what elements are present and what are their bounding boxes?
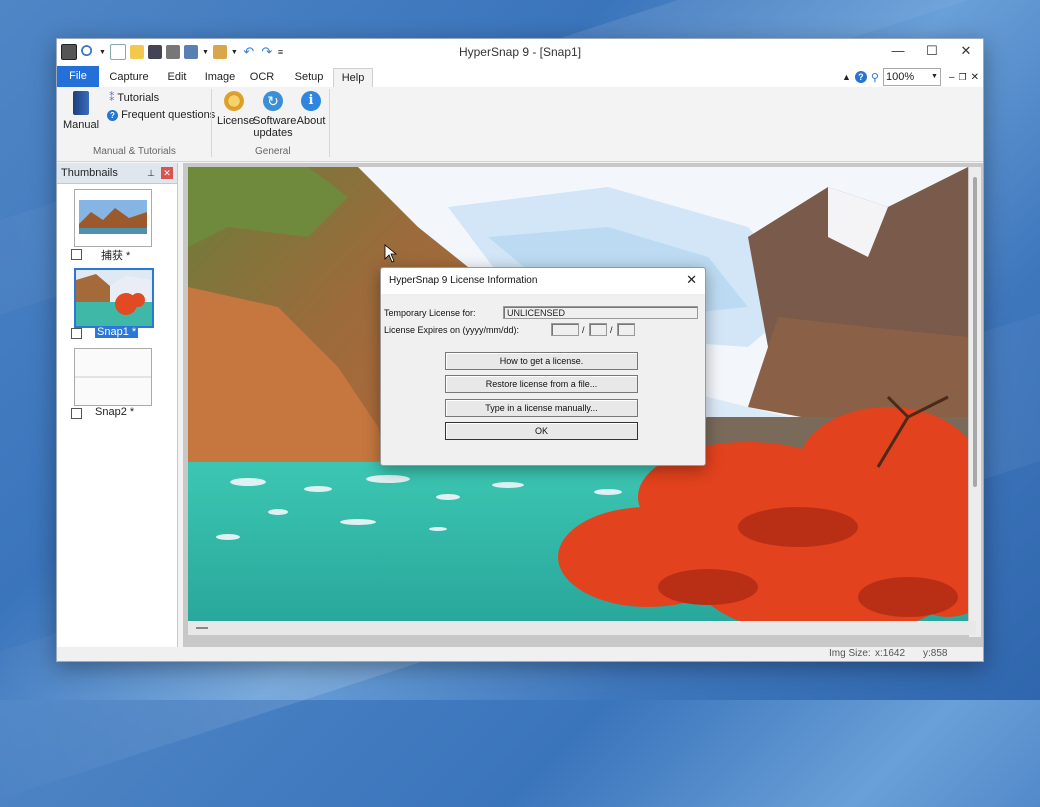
tab-ocr[interactable]: OCR	[247, 68, 277, 87]
license-label: License	[217, 115, 255, 127]
refresh-icon: ↻	[263, 91, 283, 111]
horizontal-scrollbar[interactable]	[188, 621, 976, 635]
dialog-title: HyperSnap 9 License Information	[389, 275, 538, 286]
pin-icon[interactable]: ⊥	[147, 163, 155, 183]
tutorials-button[interactable]: ⁑ Tutorials	[109, 92, 159, 104]
app-window: ▼ ▼ ▼ ↶ ↷ ≡ HyperSnap 9 - [Snap1] — ☐ ✕ …	[56, 38, 984, 662]
manual-label: Manual	[63, 119, 100, 131]
zoom-value: 100%	[885, 71, 915, 83]
thumbnail-capture[interactable]	[74, 189, 152, 247]
thumbnail-label: 捕获 *	[101, 250, 131, 262]
doc-close-icon[interactable]: ✕	[971, 72, 979, 83]
thumbnail-image	[75, 349, 151, 405]
software-updates-button[interactable]: ↻ Software updates	[253, 91, 297, 139]
thumbnail-label: Snap1 *	[95, 326, 139, 338]
medal-icon	[224, 91, 244, 111]
thumbnail-checkbox[interactable]	[71, 249, 82, 260]
window-title: HyperSnap 9 - [Snap1]	[458, 45, 582, 59]
help-icon[interactable]: ?	[854, 71, 867, 83]
thumbnail-label: Snap2 *	[95, 406, 135, 418]
thumbnail-snap1[interactable]	[74, 268, 154, 328]
question-icon: ?	[107, 110, 118, 121]
expires-month-field	[589, 323, 607, 336]
date-separator: /	[582, 325, 585, 335]
y-coordinate: y:858	[923, 648, 948, 659]
manual-button[interactable]: Manual	[63, 91, 99, 131]
restore-license-button[interactable]: Restore license from a file...	[445, 375, 638, 393]
chevron-down-icon: ▼	[931, 73, 938, 80]
expires-year-field	[551, 323, 579, 336]
status-bar: Img Size: x:1642 y:858	[57, 647, 983, 661]
dialog-close-icon[interactable]: ✕	[686, 272, 697, 288]
tab-edit[interactable]: Edit	[159, 68, 195, 87]
title-bar: ▼ ▼ ▼ ↶ ↷ ≡ HyperSnap 9 - [Snap1] — ☐ ✕	[57, 39, 983, 65]
expires-day-field	[617, 323, 635, 336]
faq-label: Frequent questions	[121, 109, 216, 121]
tab-file[interactable]: File	[57, 66, 99, 87]
software-updates-label-line1: Software	[253, 115, 297, 127]
ribbon-help-panel: Manual ⁑ Tutorials ? Frequent questions …	[57, 87, 983, 162]
about-button[interactable]: i About	[295, 91, 327, 127]
scroll-thumb[interactable]	[196, 627, 208, 629]
thumbnail-checkbox[interactable]	[71, 408, 82, 419]
thumbnails-pane: Thumbnails ⊥ ✕ 捕获 * Snap1 * Snap2 *	[57, 163, 178, 647]
tab-setup[interactable]: Setup	[289, 68, 329, 87]
thumbnail-image	[75, 190, 151, 246]
faq-button[interactable]: ? Frequent questions	[107, 109, 215, 121]
expires-label: License Expires on (yyyy/mm/dd):	[384, 325, 520, 335]
doc-restore-icon[interactable]: ❐	[959, 72, 967, 83]
minimize-button[interactable]: —	[881, 39, 915, 63]
thumbnail-image	[76, 270, 152, 326]
ok-button[interactable]: OK	[445, 422, 638, 440]
thumbnails-title: Thumbnails	[61, 167, 118, 179]
tutorials-label: Tutorials	[117, 92, 160, 104]
vertical-scrollbar[interactable]	[969, 167, 981, 637]
license-button[interactable]: License	[217, 91, 255, 127]
date-separator: /	[610, 325, 613, 335]
temp-license-field: UNLICENSED	[503, 306, 698, 319]
thumbnail-checkbox[interactable]	[71, 328, 82, 339]
zoom-select[interactable]: 100% ▼	[882, 68, 941, 86]
group-separator	[329, 89, 330, 157]
scroll-thumb[interactable]	[973, 177, 977, 487]
ribbon-right-tools: ▲ ? ⚲ 100% ▼ – ❐ ✕	[842, 68, 979, 86]
img-size-label: Img Size:	[829, 648, 871, 659]
tab-help[interactable]: Help	[333, 68, 373, 89]
dialog-title-bar: HyperSnap 9 License Information ✕	[381, 268, 705, 294]
info-icon: i	[301, 91, 321, 111]
footsteps-icon: ⁑	[109, 92, 115, 104]
thumbnail-snap2[interactable]	[74, 348, 152, 406]
close-button[interactable]: ✕	[949, 39, 983, 63]
search-icon[interactable]: ⚲	[871, 71, 879, 84]
book-icon	[73, 91, 89, 115]
software-updates-label-line2: updates	[253, 127, 293, 139]
maximize-button[interactable]: ☐	[915, 39, 949, 63]
about-label: About	[296, 115, 326, 127]
group-label-manual: Manual & Tutorials	[93, 146, 176, 157]
tab-capture[interactable]: Capture	[105, 68, 153, 87]
temp-license-label: Temporary License for:	[384, 308, 476, 318]
tab-image[interactable]: Image	[201, 68, 239, 87]
license-dialog: HyperSnap 9 License Information ✕ Tempor…	[380, 267, 706, 466]
type-license-button[interactable]: Type in a license manually...	[445, 399, 638, 417]
collapse-ribbon-icon[interactable]: ▲	[842, 72, 851, 82]
ribbon-tab-bar: File Capture Edit Image OCR Setup Help ▲…	[57, 65, 983, 89]
group-separator	[211, 89, 212, 157]
x-coordinate: x:1642	[875, 648, 906, 659]
close-icon[interactable]: ✕	[161, 167, 173, 179]
thumbnails-header: Thumbnails ⊥ ✕	[57, 163, 177, 184]
doc-minimize-icon[interactable]: –	[949, 72, 955, 83]
how-to-get-license-button[interactable]: How to get a license.	[445, 352, 638, 370]
group-label-general: General	[255, 146, 291, 157]
